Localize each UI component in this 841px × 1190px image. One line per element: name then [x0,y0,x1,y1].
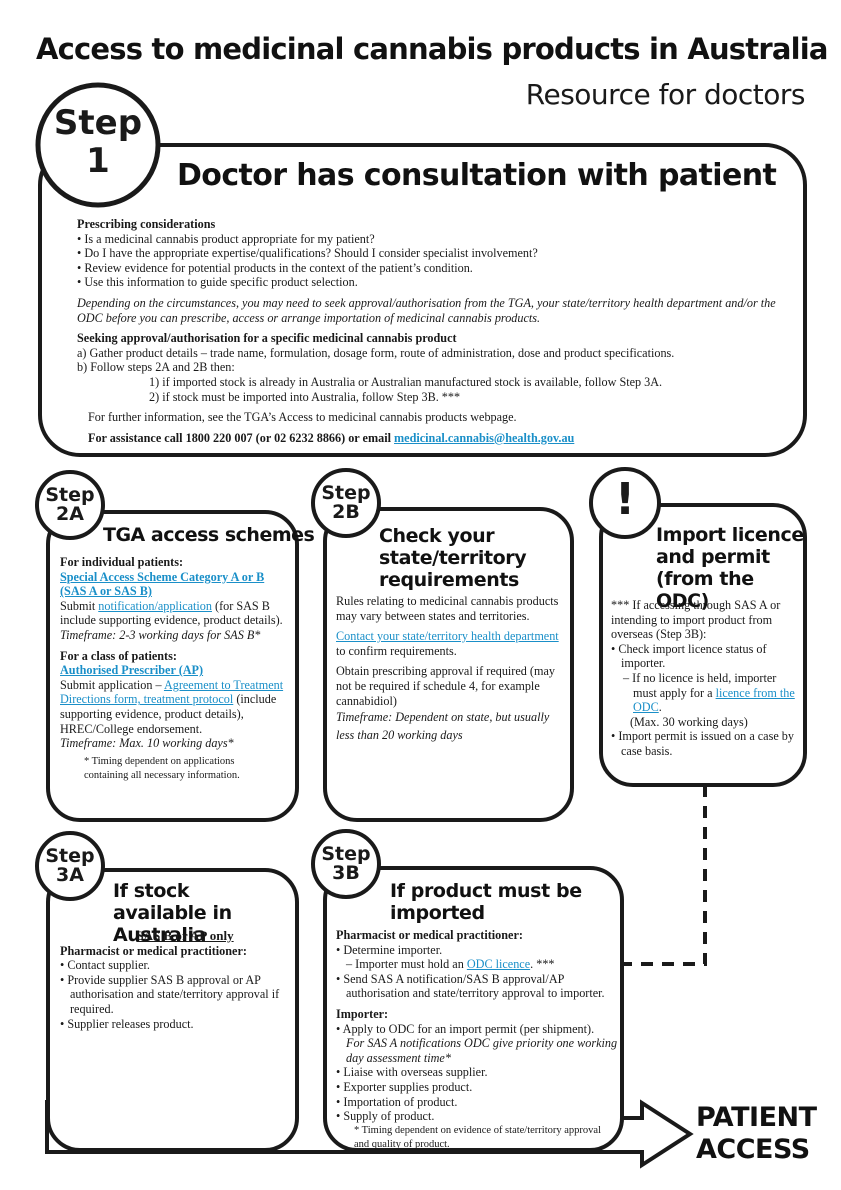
step3a-badge-number: 3A [56,864,84,886]
apply-text: Submit application – [60,677,164,692]
email-link[interactable]: medicinal.cannabis@health.gov.au [394,431,574,445]
step3b-item: • Supply of product. [336,1109,435,1124]
flowchart-page: Access to medicinal cannabis products in… [0,0,841,1190]
page-subtitle: Resource for doctors [525,78,806,111]
step2a-footnote: * Timing dependent on applications conta… [84,755,240,781]
step2a-heading: TGA access schemes [103,524,315,546]
consideration-item: • Review evidence for potential products… [77,260,473,275]
individual-title: For individual patients: [60,555,184,569]
step2b-heading: Check your state/territory requirements [379,525,527,591]
step3b-who: Pharmacist or medical practitioner: [336,928,523,942]
hold-text: – Importer must hold an [346,957,467,972]
seeking-b: b) Follow steps 2A and 2B then: [77,360,235,375]
step3b-badge-number: 3B [332,862,360,884]
patient-access-line2: ACCESS [696,1134,810,1165]
seeking-title: Seeking approval/authorisation for a spe… [77,331,457,346]
step3b-hold: – Importer must hold an ODC licence. *** [336,957,618,972]
assistance-text: For assistance call 1800 220 007 (or 02 … [88,430,395,445]
state-health-department-link[interactable]: Contact your state/territory health depa… [336,629,559,643]
patient-access-label: PATIENT ACCESS [696,1102,817,1166]
step3b-item: • Liaise with overseas supplier. [336,1065,488,1080]
step2a-badge: Step 2A [40,486,100,524]
consideration-item: • Is a medicinal cannabis product approp… [77,231,375,246]
step3b-badge: Step 3B [316,845,376,883]
step3a-item: • Contact supplier. [60,958,150,973]
step1-badge: Step 1 [48,106,148,178]
hold-post-text: . *** [530,957,555,972]
seeking-a: a) Gather product details – trade name, … [77,345,675,360]
obtain-approval: Obtain prescribing approval if required … [336,664,555,708]
seeking-b2: 2) if stock must be imported into Austra… [149,389,461,404]
step3b-send: • Send SAS A notification/SAS B approval… [336,971,605,1001]
step2b-badge-number: 2B [332,501,360,523]
class-title: For a class of patients: [60,648,177,663]
step1-heading: Doctor has consultation with patient [177,158,777,193]
dashed-connector [622,785,707,966]
import-intro: *** If accessing through SAS A or intend… [611,598,781,642]
authorised-prescriber-link[interactable]: Authorised Prescriber (AP) [60,663,203,677]
circumstances-note: Depending on the circumstances, you may … [77,295,776,325]
import-content: *** If accessing through SAS A or intend… [611,598,801,759]
rules-text: Rules relating to medicinal cannabis pro… [336,594,559,623]
consideration-item: • Do I have the appropriate expertise/qu… [77,246,538,261]
step1-badge-word: Step [53,103,143,143]
step2b-content: Rules relating to medicinal cannabis pro… [336,594,564,744]
step2b-badge: Step 2B [316,484,376,522]
step1-content: Prescribing considerations • Is a medici… [77,217,777,445]
submit-text: Submit [60,598,99,613]
import-check: • Check import licence status of importe… [611,641,767,671]
import-no-licence: – If no licence is held, importer must a… [611,671,801,715]
step3b-item: • Importation of product. [336,1094,458,1109]
ap-submit: Submit application – Agreement to Treatm… [60,678,292,736]
sas-b-or-ap-only: SAS B or AP only [136,928,234,943]
step3b-heading: If product must be imported [390,880,582,924]
odc-licence-link-3b[interactable]: ODC licence [467,957,530,971]
assistance-line: For assistance call 1800 220 007 (or 02 … [77,431,777,446]
consideration-item: • Use this information to guide specific… [77,275,358,290]
step3a-who: Pharmacist or medical practitioner: [60,943,247,958]
step3b-determine: • Determine importer. [336,942,443,957]
step3a-item: • Provide supplier SAS B approval or AP … [60,972,280,1016]
importer-title: Importer: [336,1006,389,1021]
sas-link[interactable]: Special Access Scheme Category A or B (S… [60,570,264,599]
exclamation-icon: ! [614,474,636,525]
step2a-badge-number: 2A [56,503,84,525]
step3b-item: • Exporter supplies product. [336,1079,473,1094]
notification-application-link[interactable]: notification/application [98,599,212,613]
patient-access-line1: PATIENT [696,1102,817,1133]
page-title: Access to medicinal cannabis products in… [36,32,828,66]
further-info: For further information, see the TGA’s A… [88,410,517,425]
sas-submit: Submit notification/application (for SAS… [60,599,292,628]
contact-post-text: to confirm requirements. [336,643,457,658]
seeking-b1: 1) if imported stock is already in Austr… [149,374,663,389]
timeframe-state: Timeframe: Dependent on state, but usual… [336,710,550,743]
step3b-apply: • Apply to ODC for an import permit (per… [336,1021,595,1036]
contact-line: Contact your state/territory health depa… [336,629,564,658]
timeframe-ap: Timeframe: Max. 10 working days* [60,736,234,751]
step3b-apply-note: For SAS A notifications ODC give priorit… [346,1036,618,1065]
no-licence-post: . [658,700,662,715]
step3b-content: Pharmacist or medical practitioner: • De… [336,928,618,1152]
step3a-item: • Supplier releases product. [60,1016,194,1031]
considerations-title: Prescribing considerations [77,217,216,231]
timeframe-sas: Timeframe: 2-3 working days for SAS B* [60,627,261,642]
import-max: (Max. 30 working days) [630,714,748,729]
step3b-footnote: * Timing dependent on evidence of state/… [354,1124,601,1150]
step1-badge-number: 1 [86,141,110,181]
step2a-content: For individual patients: Special Access … [60,555,292,783]
step3a-badge: Step 3A [40,847,100,885]
step3a-content: SAS B or AP only Pharmacist or medical p… [60,928,292,1031]
import-permit: • Import permit is issued on a case by c… [611,729,794,758]
